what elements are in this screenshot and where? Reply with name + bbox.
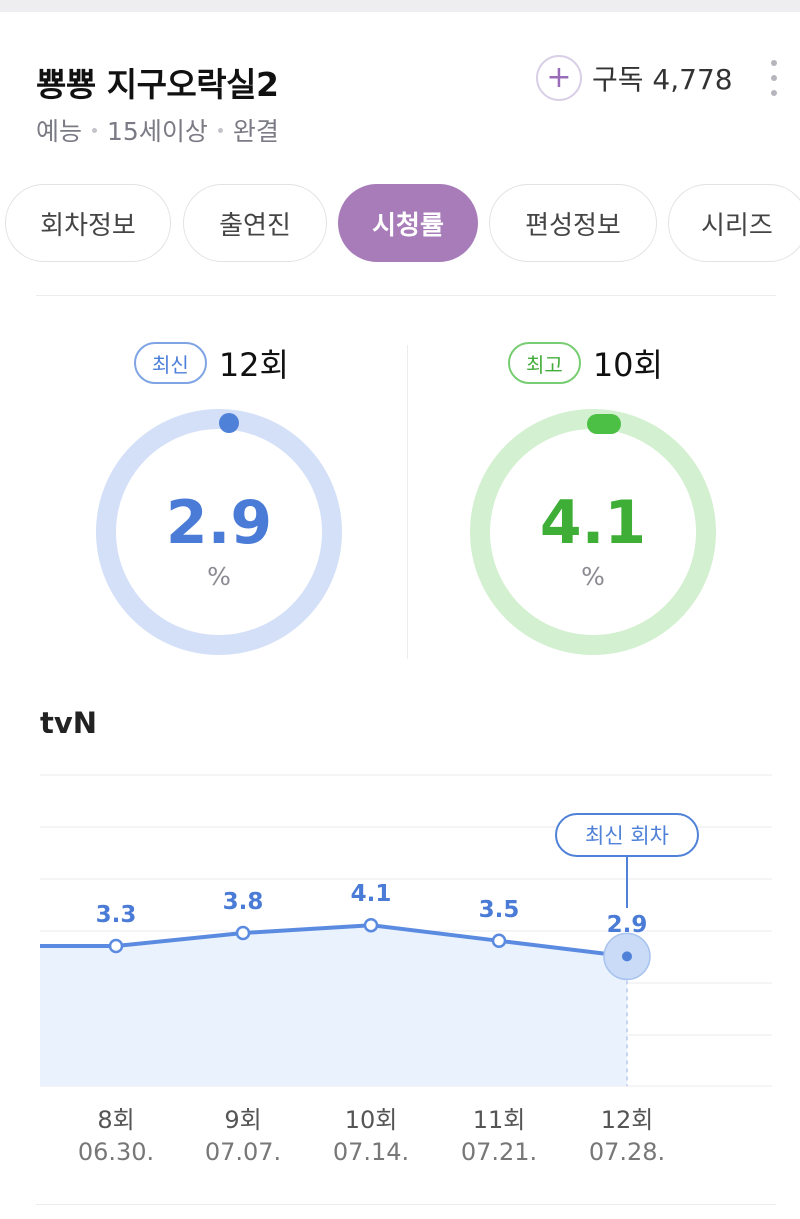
tab-ratings[interactable]: 시청률 — [338, 184, 478, 262]
more-options-icon[interactable] — [764, 60, 784, 96]
x-tick-episode: 10회 — [344, 1106, 398, 1134]
x-tick-label: 8회 06.30. — [78, 1104, 154, 1168]
latest-header: 최신 12회 — [134, 340, 289, 386]
latest-episode-tag: 최신 회차 — [555, 813, 699, 857]
x-tick-label: 10회 07.14. — [333, 1104, 409, 1168]
x-tick-episode: 9회 — [224, 1106, 262, 1134]
best-rating-value: 4.1 — [539, 488, 647, 558]
tab-schedule[interactable]: 편성정보 — [489, 184, 657, 262]
best-rating-unit: % — [581, 562, 605, 591]
data-label: 2.9 — [606, 912, 648, 939]
meta-separator — [92, 127, 98, 133]
x-tick-date: 06.30. — [77, 1138, 155, 1166]
latest-rating-unit: % — [207, 562, 231, 591]
x-tick-date: 07.14. — [332, 1138, 410, 1166]
ratings-chart: 최신 회차 3.3 3.8 4.1 3.5 2.9 8회 06.30. 9회 07.07. 10회… — [0, 760, 800, 1180]
data-point — [622, 951, 632, 962]
tab-cast[interactable]: 출연진 — [183, 184, 327, 262]
network-label: tvN — [40, 706, 98, 740]
best-header: 최고 10회 — [508, 340, 663, 386]
latest-rating-value: 2.9 — [165, 488, 273, 558]
x-tick-episode: 11회 — [472, 1106, 526, 1134]
x-tick-date: 07.07. — [204, 1138, 282, 1166]
subscribe-button[interactable]: + — [536, 55, 582, 101]
x-tick-date: 07.21. — [460, 1138, 538, 1166]
meta-separator — [217, 127, 223, 133]
x-tick-label: 9회 07.07. — [205, 1104, 281, 1168]
program-title: 뿅뿅 지구오락실2 — [36, 65, 279, 104]
tab-bar: 회차정보 출연진 시청률 편성정보 시리즈 — [0, 184, 800, 264]
vertical-divider — [407, 345, 408, 659]
data-point — [363, 917, 379, 933]
data-label: 3.5 — [478, 896, 520, 923]
data-point — [235, 925, 251, 941]
data-label: 3.3 — [95, 902, 137, 928]
x-tick-episode: 12회 — [600, 1106, 654, 1134]
program-meta: 예능 15세이상 완결 — [36, 112, 279, 148]
subscribe-count[interactable]: 구독 4,778 — [592, 58, 733, 98]
divider — [36, 295, 776, 296]
genre-label: 예능 — [36, 117, 83, 146]
tab-episode-info[interactable]: 회차정보 — [5, 184, 171, 262]
divider — [36, 1204, 776, 1205]
x-tick-label: 12회 07.28. — [589, 1104, 665, 1168]
best-rating-gauge: 4.1 % — [469, 408, 717, 656]
latest-rating-gauge: 2.9 % — [95, 408, 343, 656]
top-band — [0, 0, 800, 12]
latest-badge: 최신 — [134, 342, 207, 384]
x-tick-date: 07.28. — [588, 1138, 666, 1166]
data-point — [491, 933, 507, 949]
data-label: 4.1 — [350, 881, 392, 908]
latest-episode: 12회 — [218, 346, 289, 384]
x-tick-label: 11회 07.21. — [461, 1104, 537, 1168]
area-fill — [40, 925, 627, 1086]
best-badge: 최고 — [508, 342, 581, 384]
tab-series[interactable]: 시리즈 — [668, 184, 800, 262]
gauge-marker — [219, 413, 239, 433]
x-tick-episode: 8회 — [97, 1106, 135, 1134]
status-label: 완결 — [232, 117, 279, 146]
age-rating-label: 15세이상 — [107, 117, 208, 146]
data-label: 3.8 — [222, 889, 264, 915]
best-episode: 10회 — [592, 346, 663, 384]
plus-icon: + — [546, 60, 572, 95]
data-point — [108, 938, 124, 954]
